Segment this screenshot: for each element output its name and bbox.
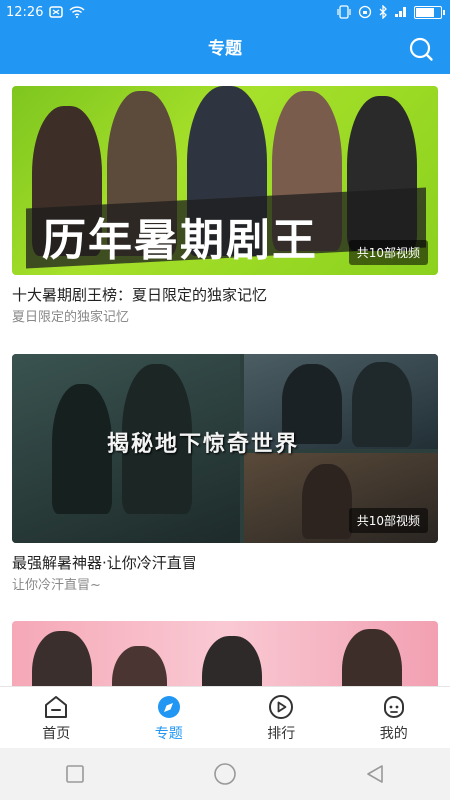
home-icon [45, 695, 68, 718]
nav-label: 专题 [154, 725, 183, 742]
topic-card[interactable]: 揭秘地下惊奇世界 共10部视频 最强解暑神器·让你冷汗直冒 让你冷汗直冒~ [12, 354, 438, 595]
battery-icon [414, 5, 445, 19]
topic-card[interactable] [12, 621, 438, 686]
wifi-icon [69, 6, 85, 18]
nav-ranking[interactable]: 排行 [225, 687, 338, 749]
nav-label: 首页 [42, 725, 71, 742]
system-nav-bar [0, 748, 450, 800]
video-count-badge: 共10部视频 [348, 508, 428, 533]
page-title: 专题 [208, 39, 242, 59]
topic-card[interactable]: 历年暑期剧王 共10部视频 十大暑期剧王榜：夏日限定的独家记忆 夏日限定的独家记… [12, 86, 438, 327]
nav-label: 排行 [267, 725, 296, 742]
notification-icon [49, 6, 64, 18]
vibrate-icon [337, 5, 351, 19]
face-icon [383, 695, 404, 718]
banner-text: 揭秘地下惊奇世界 [107, 432, 300, 457]
bluetooth-icon [379, 5, 387, 19]
nav-home[interactable]: 首页 [0, 687, 113, 749]
banner-text: 历年暑期剧王 [42, 215, 318, 266]
lock-rotation-icon [358, 5, 372, 19]
search-icon[interactable] [408, 36, 434, 62]
status-bar: 12:26 [0, 0, 450, 24]
topic-subtitle: 夏日限定的独家记忆 [12, 310, 130, 325]
topic-thumbnail[interactable] [12, 621, 438, 686]
signal-icon [395, 7, 406, 17]
topic-thumbnail[interactable]: 揭秘地下惊奇世界 共10部视频 [12, 354, 438, 543]
app-bar: 专题 [0, 24, 450, 74]
video-count-badge: 共10部视频 [348, 240, 428, 265]
topic-title[interactable]: 十大暑期剧王榜：夏日限定的独家记忆 [12, 285, 438, 305]
topic-thumbnail[interactable]: 历年暑期剧王 共10部视频 [12, 86, 438, 275]
nav-label: 我的 [379, 725, 408, 742]
status-time: 12:26 [6, 4, 44, 20]
nav-profile[interactable]: 我的 [338, 687, 450, 749]
bottom-nav: 首页 专题 排行 我的 [0, 686, 450, 749]
recent-apps-icon[interactable] [64, 763, 86, 785]
home-button-icon[interactable] [213, 762, 237, 786]
topic-list[interactable]: 历年暑期剧王 共10部视频 十大暑期剧王榜：夏日限定的独家记忆 夏日限定的独家记… [0, 74, 450, 686]
topic-title[interactable]: 最强解暑神器·让你冷汗直冒 [12, 553, 438, 573]
topic-subtitle: 让你冷汗直冒~ [12, 578, 101, 593]
nav-topics[interactable]: 专题 [113, 687, 226, 749]
play-icon [269, 694, 294, 719]
compass-icon [157, 695, 180, 718]
back-icon[interactable] [364, 763, 386, 785]
